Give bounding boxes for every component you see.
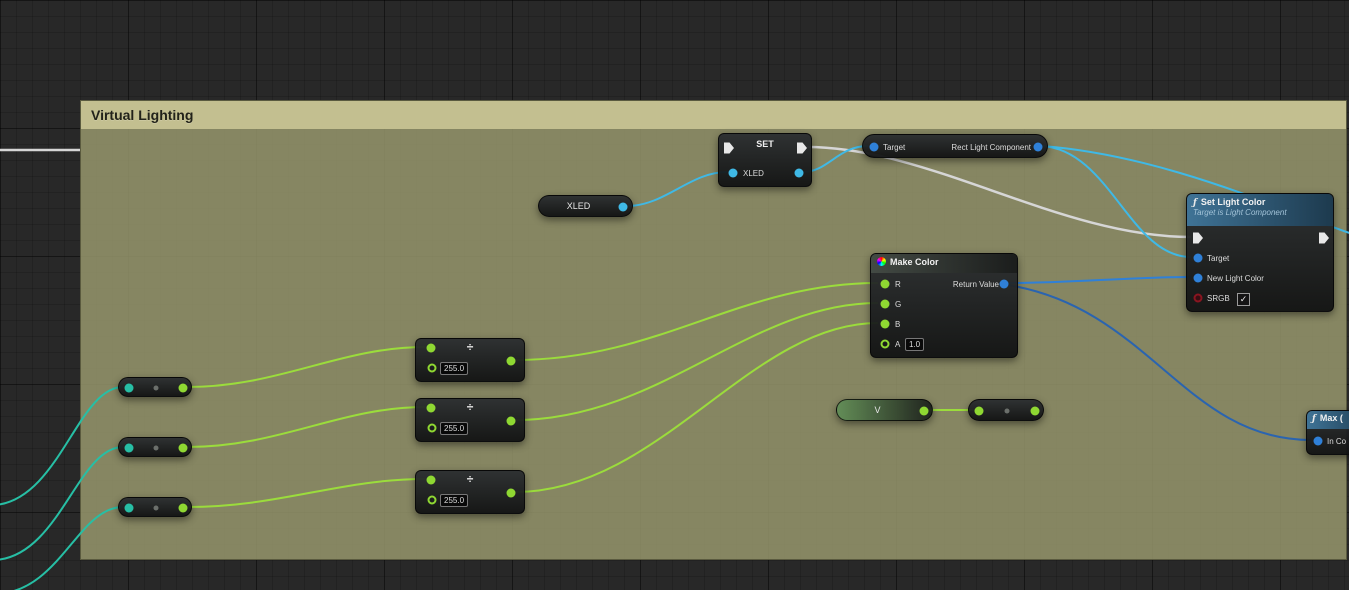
divide-b-value-input[interactable]: 255.0 bbox=[440, 362, 468, 375]
node-set-xled[interactable]: SET XLED bbox=[718, 133, 812, 187]
node-xled-getter[interactable]: XLED bbox=[538, 195, 633, 217]
node-set-light-color[interactable]: ƒ Set Light Color Target is Light Compone… bbox=[1186, 193, 1334, 312]
xled-getter-label: XLED bbox=[539, 196, 618, 216]
wire-pill2-to-divide2[interactable] bbox=[187, 407, 425, 447]
v-getter-label: V bbox=[837, 400, 918, 420]
wire-teal-3[interactable] bbox=[0, 507, 123, 590]
rect-light-component-label: Rect Light Component bbox=[951, 143, 1031, 152]
set-light-color-title: Set Light Color bbox=[1201, 197, 1266, 207]
srgb-pin-label: SRGB bbox=[1207, 294, 1230, 303]
conversion-input-pin[interactable] bbox=[975, 407, 984, 416]
conversion-dot-icon bbox=[154, 506, 159, 511]
wire-divide2-to-g[interactable] bbox=[515, 303, 878, 420]
wire-layer bbox=[0, 0, 1349, 590]
return-value-label: Return Value bbox=[953, 280, 999, 289]
divide-output-pin[interactable] bbox=[507, 489, 516, 498]
target-pin-label: Target bbox=[1207, 254, 1229, 263]
r-pin-label: R bbox=[895, 280, 901, 289]
in-color-pin-label: In Co bbox=[1327, 437, 1346, 446]
b-pin[interactable] bbox=[881, 320, 890, 329]
srgb-checkbox[interactable]: ✓ bbox=[1237, 293, 1250, 306]
function-icon: ƒ bbox=[1193, 198, 1197, 208]
node-v-getter[interactable]: V bbox=[836, 399, 933, 421]
a-pin[interactable] bbox=[881, 340, 890, 349]
node-divide-3[interactable]: ÷ 255.0 bbox=[415, 470, 525, 514]
conversion-input-pin[interactable] bbox=[125, 504, 134, 513]
xled-input-pin[interactable] bbox=[729, 169, 738, 178]
node-conversion-pill-3[interactable] bbox=[118, 497, 192, 517]
r-pin[interactable] bbox=[881, 280, 890, 289]
divide-output-pin[interactable] bbox=[507, 417, 516, 426]
divide-b-pin[interactable] bbox=[428, 424, 437, 433]
srgb-pin[interactable] bbox=[1194, 294, 1203, 303]
divide-a-pin[interactable] bbox=[427, 404, 436, 413]
xled-getter-output-pin[interactable] bbox=[619, 203, 628, 212]
b-pin-label: B bbox=[895, 320, 900, 329]
a-value-input[interactable]: 1.0 bbox=[905, 338, 924, 351]
color-wheel-icon bbox=[877, 257, 886, 266]
wire-xled-to-set[interactable] bbox=[627, 172, 727, 206]
node-divide-1[interactable]: ÷ 255.0 bbox=[415, 338, 525, 382]
new-light-color-pin-label: New Light Color bbox=[1207, 274, 1264, 283]
conversion-output-pin[interactable] bbox=[179, 504, 188, 513]
node-max[interactable]: ƒ Max ( In Co bbox=[1306, 410, 1349, 455]
wire-teal-2[interactable] bbox=[0, 447, 123, 560]
make-color-title: Make Color bbox=[890, 257, 939, 267]
exec-in-pin[interactable] bbox=[1193, 233, 1203, 244]
wire-pill1-to-divide1[interactable] bbox=[187, 347, 425, 387]
xled-output-pin[interactable] bbox=[795, 169, 804, 178]
rect-light-component-output-pin[interactable] bbox=[1034, 143, 1043, 152]
conversion-input-pin[interactable] bbox=[125, 384, 134, 393]
conversion-dot-icon bbox=[154, 446, 159, 451]
set-light-color-header[interactable]: ƒ Set Light Color Target is Light Compone… bbox=[1187, 194, 1333, 226]
node-conversion-pill-1[interactable] bbox=[118, 377, 192, 397]
a-pin-label: A bbox=[895, 340, 900, 349]
new-light-color-pin[interactable] bbox=[1194, 274, 1203, 283]
node-rect-light-component[interactable]: Target Rect Light Component bbox=[862, 134, 1048, 158]
g-pin[interactable] bbox=[881, 300, 890, 309]
conversion-dot-icon bbox=[1005, 409, 1010, 414]
target-input-pin[interactable] bbox=[870, 143, 879, 152]
node-conversion-pill-4[interactable] bbox=[968, 399, 1044, 421]
blueprint-canvas[interactable]: Virtual Lighting SET XLED XLED bbox=[0, 0, 1349, 590]
wire-teal-1[interactable] bbox=[0, 387, 123, 505]
wire-divide3-to-b[interactable] bbox=[515, 323, 878, 492]
set-light-color-subtitle: Target is Light Component bbox=[1193, 208, 1327, 217]
conversion-output-pin[interactable] bbox=[179, 444, 188, 453]
node-make-color[interactable]: Make Color R G B A 1.0 Return Value bbox=[870, 253, 1018, 358]
in-color-pin[interactable] bbox=[1314, 437, 1323, 446]
divide-b-pin[interactable] bbox=[428, 496, 437, 505]
conversion-dot-icon bbox=[154, 386, 159, 391]
divide-b-value-input[interactable]: 255.0 bbox=[440, 494, 468, 507]
node-conversion-pill-2[interactable] bbox=[118, 437, 192, 457]
wire-set-to-target[interactable] bbox=[803, 146, 868, 172]
divide-b-pin[interactable] bbox=[428, 364, 437, 373]
max-header[interactable]: ƒ Max ( bbox=[1307, 411, 1349, 429]
conversion-output-pin[interactable] bbox=[1031, 407, 1040, 416]
function-icon: ƒ bbox=[1312, 414, 1316, 424]
max-title: Max ( bbox=[1320, 413, 1343, 423]
wire-divide1-to-r[interactable] bbox=[515, 283, 878, 360]
divide-b-value-input[interactable]: 255.0 bbox=[440, 422, 468, 435]
conversion-output-pin[interactable] bbox=[179, 384, 188, 393]
wire-rectlight-to-target-pin[interactable] bbox=[1042, 146, 1191, 257]
wire-makecolor-to-newlightcolor[interactable] bbox=[1008, 277, 1191, 283]
node-divide-2[interactable]: ÷ 255.0 bbox=[415, 398, 525, 442]
make-color-header[interactable]: Make Color bbox=[871, 254, 1017, 273]
g-pin-label: G bbox=[895, 300, 901, 309]
divide-output-pin[interactable] bbox=[507, 357, 516, 366]
return-value-pin[interactable] bbox=[1000, 280, 1009, 289]
target-pin[interactable] bbox=[1194, 254, 1203, 263]
v-getter-output-pin[interactable] bbox=[920, 407, 929, 416]
target-input-label: Target bbox=[883, 143, 905, 152]
divide-a-pin[interactable] bbox=[427, 476, 436, 485]
conversion-input-pin[interactable] bbox=[125, 444, 134, 453]
wire-pill3-to-divide3[interactable] bbox=[187, 479, 425, 507]
xled-input-label: XLED bbox=[743, 169, 764, 178]
divide-a-pin[interactable] bbox=[427, 344, 436, 353]
exec-out-pin[interactable] bbox=[1319, 233, 1329, 244]
